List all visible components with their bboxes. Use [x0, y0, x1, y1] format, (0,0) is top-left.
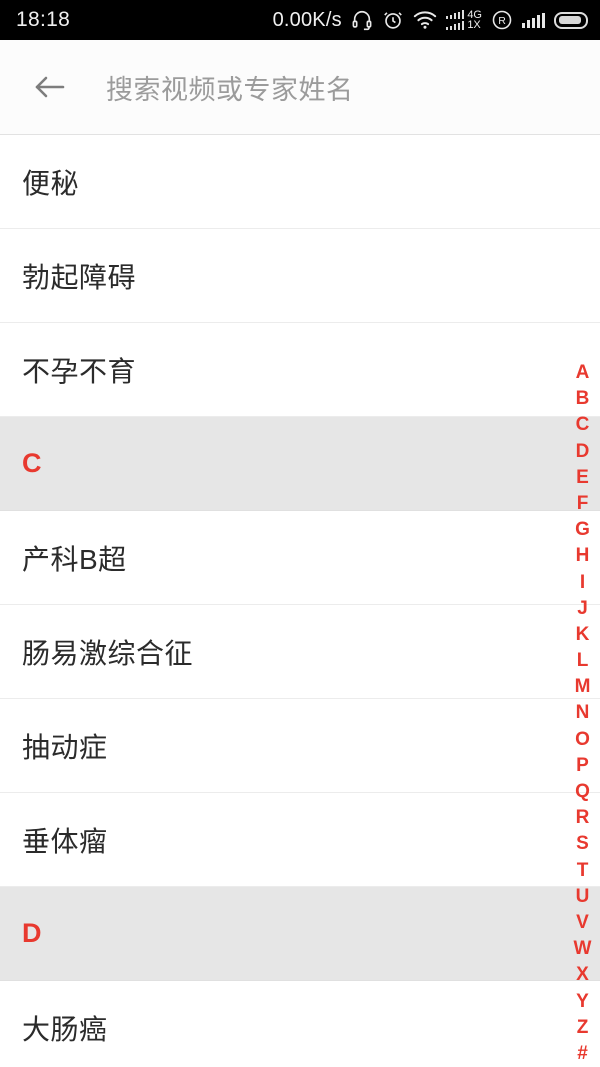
search-header: 搜索视频或专家姓名 — [0, 40, 600, 135]
index-letter-x[interactable]: X — [565, 962, 600, 988]
alphabet-index-bar[interactable]: A B C D E F G H I J K L M N O P Q R S T U V W X Y Z # — [565, 360, 600, 1067]
index-letter-a[interactable]: A — [565, 360, 600, 386]
index-letter-q[interactable]: Q — [565, 779, 600, 805]
sim-label-1x: 1X — [467, 19, 481, 31]
index-letter-i[interactable]: I — [565, 570, 600, 596]
roaming-icon: R — [492, 10, 512, 30]
list-item[interactable]: 便秘 — [0, 135, 600, 229]
index-letter-u[interactable]: U — [565, 884, 600, 910]
list-item[interactable]: 勃起障碍 — [0, 229, 600, 323]
status-bar-icons: 0.00K/s 4G 1X R — [273, 9, 588, 32]
signal-bars-icon — [522, 12, 545, 28]
index-letter-g[interactable]: G — [565, 517, 600, 543]
section-header-letter: C — [22, 448, 42, 478]
list-item[interactable]: 肠易激综合征 — [0, 605, 600, 699]
index-letter-h[interactable]: H — [565, 543, 600, 569]
list-item[interactable]: 不孕不育 — [0, 323, 600, 417]
index-letter-r[interactable]: R — [565, 805, 600, 831]
back-arrow-icon — [35, 76, 65, 98]
section-header-letter: D — [22, 918, 42, 948]
index-letter-o[interactable]: O — [565, 727, 600, 753]
list-item[interactable]: 抽动症 — [0, 699, 600, 793]
index-letter-y[interactable]: Y — [565, 989, 600, 1015]
list-item-label: 大肠癌 — [22, 1013, 108, 1045]
list-item-label: 垂体瘤 — [22, 825, 108, 857]
headset-icon — [352, 10, 372, 31]
list-item-label: 便秘 — [22, 167, 80, 199]
index-letter-v[interactable]: V — [565, 910, 600, 936]
disease-list[interactable]: 便秘 勃起障碍 不孕不育 C 产科B超 肠易激综合征 抽动症 垂体瘤 D 大肠癌 ABCDEFGH… — [0, 135, 600, 1067]
dual-sim-signal-icon: 4G 1X — [445, 9, 482, 31]
index-letter-n[interactable]: N — [565, 700, 600, 726]
index-letter-z[interactable]: Z — [565, 1015, 600, 1041]
list-item-label: 勃起障碍 — [22, 261, 137, 293]
list-root: 便秘勃起障碍不孕不育 C 产科B超肠易激综合征 抽动症垂体瘤 D 大肠癌 — [0, 135, 600, 1067]
list-item-label: 不孕不育 — [22, 355, 137, 387]
network-speed-text: 0.00K/s — [272, 8, 342, 31]
list-section-header: D — [0, 887, 600, 981]
sim-signal-bars — [445, 10, 465, 30]
index-letter-d[interactable]: D — [565, 439, 600, 465]
index-letter-p[interactable]: P — [565, 753, 600, 779]
list-item-label: 抽动症 — [22, 731, 108, 763]
status-bar: 18:18 0.00K/s 4G 1X R — [0, 0, 600, 40]
index-letter-s[interactable]: S — [565, 831, 600, 857]
list-item[interactable]: 产科B超 — [0, 511, 600, 605]
alarm-clock-icon — [383, 12, 402, 29]
index-letter-j[interactable]: J — [565, 596, 600, 622]
sim-network-labels: 4G 1X — [467, 9, 482, 31]
index-letter-t[interactable]: T — [565, 858, 600, 884]
index-letter-k[interactable]: K — [565, 622, 600, 648]
index-letter-l[interactable]: L — [565, 648, 600, 674]
svg-text:R: R — [498, 15, 506, 27]
battery-icon — [554, 11, 588, 29]
status-bar-clock: 18:18 — [16, 8, 71, 31]
list-item-label: 肠易激综合征 — [22, 637, 194, 669]
app-screen: 18:18 0.00K/s 4G 1X R 搜索视频或专家姓名 便秘 勃起障碍 … — [0, 0, 600, 1067]
list-item-label: 产科B超 — [22, 543, 127, 575]
list-item[interactable]: 大肠癌 — [0, 981, 600, 1067]
index-letter-b[interactable]: B — [565, 386, 600, 412]
index-letter-hash[interactable]: # — [565, 1041, 600, 1067]
search-input[interactable]: 搜索视频或专家姓名 — [106, 68, 354, 107]
index-letter-m[interactable]: M — [565, 674, 600, 700]
index-letter-e[interactable]: E — [565, 465, 600, 491]
back-button[interactable] — [26, 63, 74, 111]
list-section-header: C — [0, 417, 600, 511]
index-letter-c[interactable]: C — [565, 412, 600, 438]
list-item[interactable]: 垂体瘤 — [0, 793, 600, 887]
wifi-icon — [413, 11, 437, 29]
index-letter-w[interactable]: W — [565, 936, 600, 962]
index-letter-f[interactable]: F — [565, 491, 600, 517]
